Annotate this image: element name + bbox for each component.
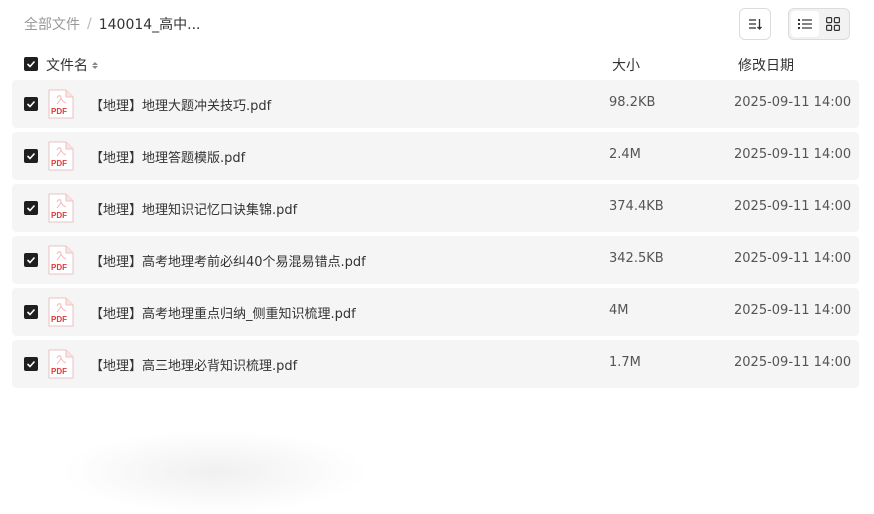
svg-text:PDF: PDF <box>51 107 67 116</box>
check-icon <box>26 360 36 368</box>
file-checkbox[interactable] <box>24 357 38 371</box>
file-name[interactable]: 【地理】高考地理重点归纳_侧重知识梳理.pdf <box>90 303 356 322</box>
breadcrumb-root-link[interactable]: 全部文件 <box>24 14 80 34</box>
file-name[interactable]: 【地理】高考地理考前必纠40个易混易错点.pdf <box>90 251 366 270</box>
file-browser: 全部文件 / 140014_高中... 文件名 大小 修改日期 PDF 【地理】… <box>0 0 874 514</box>
file-checkbox[interactable] <box>24 201 38 215</box>
pdf-icon: PDF <box>48 245 74 275</box>
file-size: 342.5KB <box>609 251 664 266</box>
column-header-size: 大小 <box>612 58 640 74</box>
check-icon <box>26 100 36 108</box>
breadcrumb-separator: / <box>87 16 92 32</box>
column-header-date: 修改日期 <box>738 58 794 74</box>
svg-text:PDF: PDF <box>51 211 67 220</box>
view-toolbar <box>739 8 850 40</box>
pdf-icon: PDF <box>48 297 74 327</box>
check-icon <box>26 256 36 264</box>
list-view-button[interactable] <box>791 11 819 37</box>
list-view-icon <box>798 19 812 29</box>
svg-text:PDF: PDF <box>51 315 67 324</box>
file-checkbox[interactable] <box>24 305 38 319</box>
file-name[interactable]: 【地理】地理答题模版.pdf <box>90 147 245 166</box>
file-size: 98.2KB <box>609 95 656 110</box>
svg-text:PDF: PDF <box>51 159 67 168</box>
svg-text:PDF: PDF <box>51 263 67 272</box>
pdf-icon: PDF <box>48 349 74 379</box>
sort-icon <box>749 19 762 30</box>
file-row[interactable]: PDF 【地理】地理答题模版.pdf 2.4M 2025-09-11 14:00 <box>12 132 859 180</box>
file-size: 374.4KB <box>609 199 664 214</box>
view-mode-switch <box>788 8 850 40</box>
file-checkbox[interactable] <box>24 253 38 267</box>
pdf-icon: PDF <box>48 193 74 223</box>
file-name[interactable]: 【地理】地理知识记忆口诀集锦.pdf <box>90 199 297 218</box>
file-checkbox[interactable] <box>24 97 38 111</box>
sort-button[interactable] <box>739 8 771 40</box>
table-header: 文件名 大小 修改日期 <box>0 52 874 76</box>
sort-toggle-icon <box>92 61 98 69</box>
file-size: 4M <box>609 303 629 318</box>
file-row[interactable]: PDF 【地理】地理大题冲关技巧.pdf 98.2KB 2025-09-11 1… <box>12 80 859 128</box>
file-checkbox[interactable] <box>24 149 38 163</box>
file-size: 2.4M <box>609 147 641 162</box>
check-icon <box>26 152 36 160</box>
file-row[interactable]: PDF 【地理】高考地理重点归纳_侧重知识梳理.pdf 4M 2025-09-1… <box>12 288 859 336</box>
check-icon <box>26 60 36 68</box>
column-header-name[interactable]: 文件名 <box>46 55 98 75</box>
file-modified-date: 2025-09-11 14:00 <box>734 355 852 370</box>
pdf-icon: PDF <box>48 141 74 171</box>
breadcrumb: 全部文件 / 140014_高中... <box>24 14 201 34</box>
grid-view-icon <box>826 17 840 31</box>
file-modified-date: 2025-09-11 14:00 <box>734 251 852 266</box>
file-modified-date: 2025-09-11 14:00 <box>734 147 852 162</box>
svg-text:PDF: PDF <box>51 367 67 376</box>
file-row[interactable]: PDF 【地理】地理知识记忆口诀集锦.pdf 374.4KB 2025-09-1… <box>12 184 859 232</box>
file-modified-date: 2025-09-11 14:00 <box>734 95 852 110</box>
grid-view-button[interactable] <box>819 11 847 37</box>
pdf-icon: PDF <box>48 89 74 119</box>
breadcrumb-current-folder: 140014_高中... <box>98 17 201 33</box>
check-icon <box>26 204 36 212</box>
file-modified-date: 2025-09-11 14:00 <box>734 303 852 318</box>
file-name[interactable]: 【地理】高三地理必背知识梳理.pdf <box>90 355 297 374</box>
file-name[interactable]: 【地理】地理大题冲关技巧.pdf <box>90 95 271 114</box>
file-row[interactable]: PDF 【地理】高三地理必背知识梳理.pdf 1.7M 2025-09-11 1… <box>12 340 859 388</box>
file-modified-date: 2025-09-11 14:00 <box>734 199 852 214</box>
file-size: 1.7M <box>609 355 641 370</box>
column-name-label: 文件名 <box>46 58 88 74</box>
check-icon <box>26 308 36 316</box>
select-all-checkbox[interactable] <box>24 57 38 71</box>
file-row[interactable]: PDF 【地理】高考地理考前必纠40个易混易错点.pdf 342.5KB 202… <box>12 236 859 284</box>
file-list: PDF 【地理】地理大题冲关技巧.pdf 98.2KB 2025-09-11 1… <box>12 80 859 392</box>
background-decoration <box>60 430 370 514</box>
